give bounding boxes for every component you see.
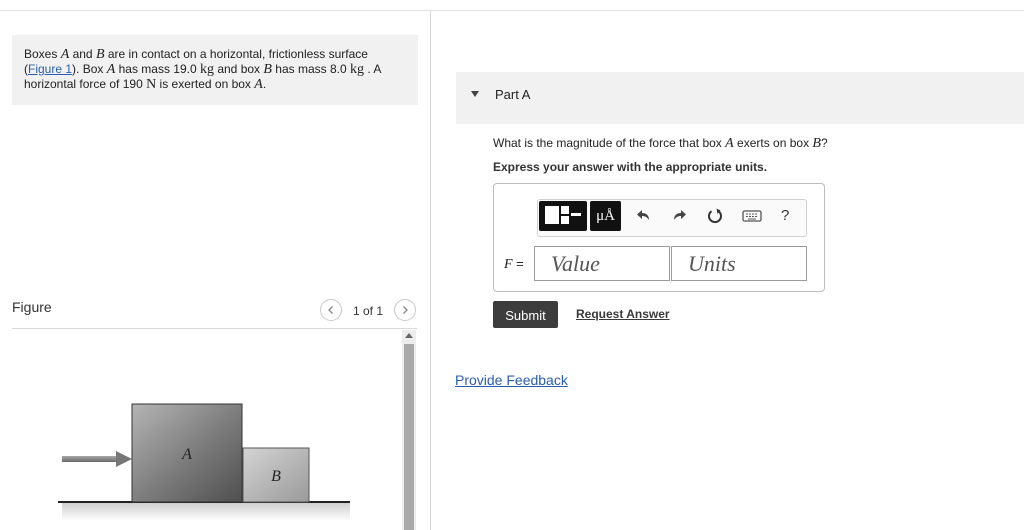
var-a: A bbox=[106, 62, 116, 77]
var-b: B bbox=[263, 62, 272, 77]
chevron-right-icon bbox=[403, 306, 408, 314]
problem-text: horizontal force of 190 bbox=[24, 77, 147, 91]
request-answer-link[interactable]: Request Answer bbox=[576, 307, 670, 321]
force-arrow-shaft bbox=[62, 456, 118, 462]
keyboard-button[interactable] bbox=[742, 209, 762, 228]
problem-text: . A bbox=[363, 62, 382, 76]
previous-figure-button[interactable] bbox=[320, 299, 342, 321]
unit-kg: kg bbox=[349, 62, 364, 77]
floor-shadow bbox=[62, 503, 350, 521]
problem-text: is exerted on box bbox=[156, 77, 255, 91]
equals-sign: = bbox=[512, 256, 524, 271]
figure-link[interactable]: Figure 1 bbox=[28, 62, 72, 76]
question-part: ? bbox=[820, 136, 828, 150]
units-input[interactable] bbox=[671, 246, 807, 281]
figure-scrollbar[interactable] bbox=[402, 330, 416, 530]
submit-button[interactable]: Submit bbox=[493, 301, 558, 328]
question-part: What is the magnitude of the force that … bbox=[493, 136, 726, 150]
problem-text: ). Box bbox=[72, 62, 107, 76]
problem-text: and box bbox=[214, 62, 264, 76]
unit-n: N bbox=[146, 77, 157, 92]
problem-text: has mass 8.0 bbox=[271, 62, 350, 76]
figure-divider bbox=[12, 328, 417, 329]
var-a: A bbox=[725, 136, 734, 151]
scrollbar-thumb[interactable] bbox=[404, 344, 414, 530]
value-input[interactable] bbox=[534, 246, 670, 281]
chevron-left-icon bbox=[328, 306, 333, 314]
figure-pager-count: 1 of 1 bbox=[353, 304, 384, 318]
redo-button[interactable] bbox=[671, 207, 687, 228]
var-a: A bbox=[60, 47, 70, 62]
collapse-caret-icon[interactable] bbox=[471, 91, 479, 97]
part-a-header[interactable]: Part A bbox=[456, 72, 1024, 124]
provide-feedback-link[interactable]: Provide Feedback bbox=[455, 372, 568, 388]
problem-text: has mass 19.0 bbox=[115, 62, 200, 76]
var-b: B bbox=[95, 47, 105, 62]
help-button[interactable]: ? bbox=[781, 207, 789, 224]
answer-variable-label: F = bbox=[504, 256, 524, 273]
box-a-label: A bbox=[181, 446, 192, 463]
units-button[interactable]: μÅ bbox=[590, 201, 621, 231]
part-label: Part A bbox=[495, 87, 531, 102]
redo-icon bbox=[674, 210, 686, 220]
reset-icon bbox=[708, 208, 722, 223]
problem-text: are in contact on a horizontal, friction… bbox=[104, 47, 368, 61]
scroll-up-arrow-icon[interactable] bbox=[405, 333, 413, 338]
unit-kg: kg bbox=[200, 62, 214, 77]
question-text: What is the magnitude of the force that … bbox=[493, 136, 828, 152]
templates-button[interactable] bbox=[539, 201, 587, 231]
boxes-figure: A B bbox=[58, 403, 350, 521]
force-arrow-icon bbox=[116, 451, 132, 467]
keyboard-icon bbox=[742, 210, 762, 222]
top-border bbox=[0, 10, 1024, 11]
next-figure-button[interactable] bbox=[394, 299, 416, 321]
var-b: B bbox=[812, 136, 821, 151]
templates-icon bbox=[545, 206, 581, 224]
figure-title: Figure bbox=[12, 299, 52, 315]
problem-text: . bbox=[262, 77, 267, 91]
undo-button[interactable] bbox=[636, 207, 652, 228]
var-a: A bbox=[254, 77, 263, 92]
instruction-text: Express your answer with the appropriate… bbox=[493, 160, 768, 174]
panel-divider bbox=[430, 10, 431, 530]
var-f: F bbox=[504, 257, 513, 272]
question-part: exerts on box bbox=[733, 136, 813, 150]
problem-statement: Boxes A and B are in contact on a horizo… bbox=[12, 35, 418, 105]
problem-text: Boxes bbox=[24, 47, 61, 61]
box-b-label: B bbox=[271, 468, 281, 485]
problem-text: and bbox=[69, 47, 96, 61]
reset-button[interactable] bbox=[706, 207, 724, 230]
undo-icon bbox=[637, 210, 649, 220]
